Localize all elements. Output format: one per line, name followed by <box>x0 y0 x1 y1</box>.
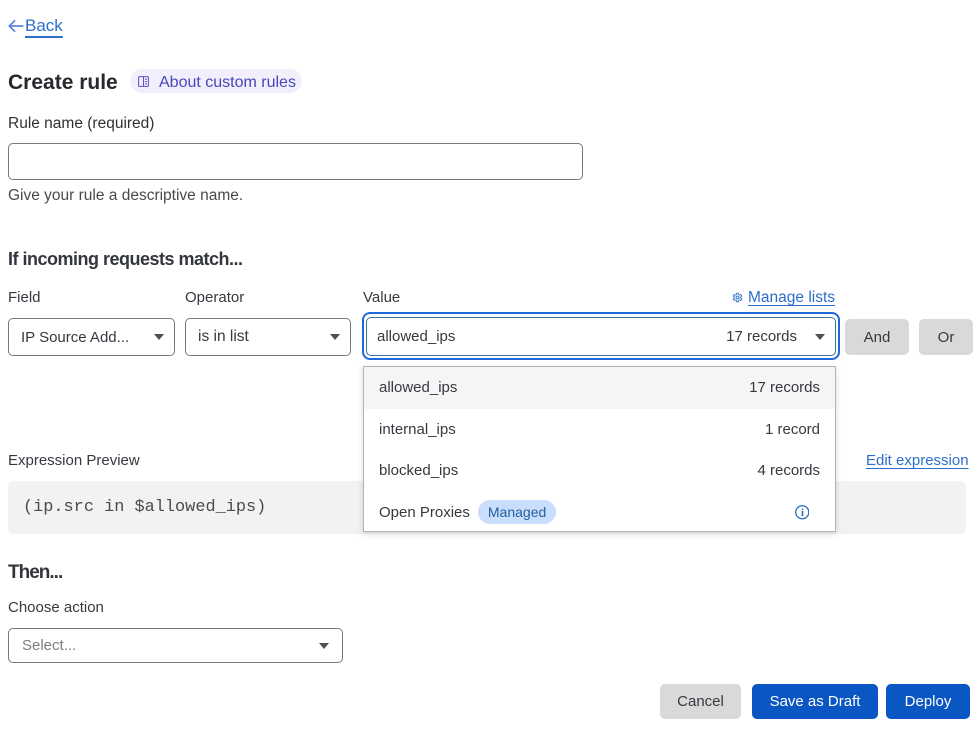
svg-text:i: i <box>800 508 803 519</box>
